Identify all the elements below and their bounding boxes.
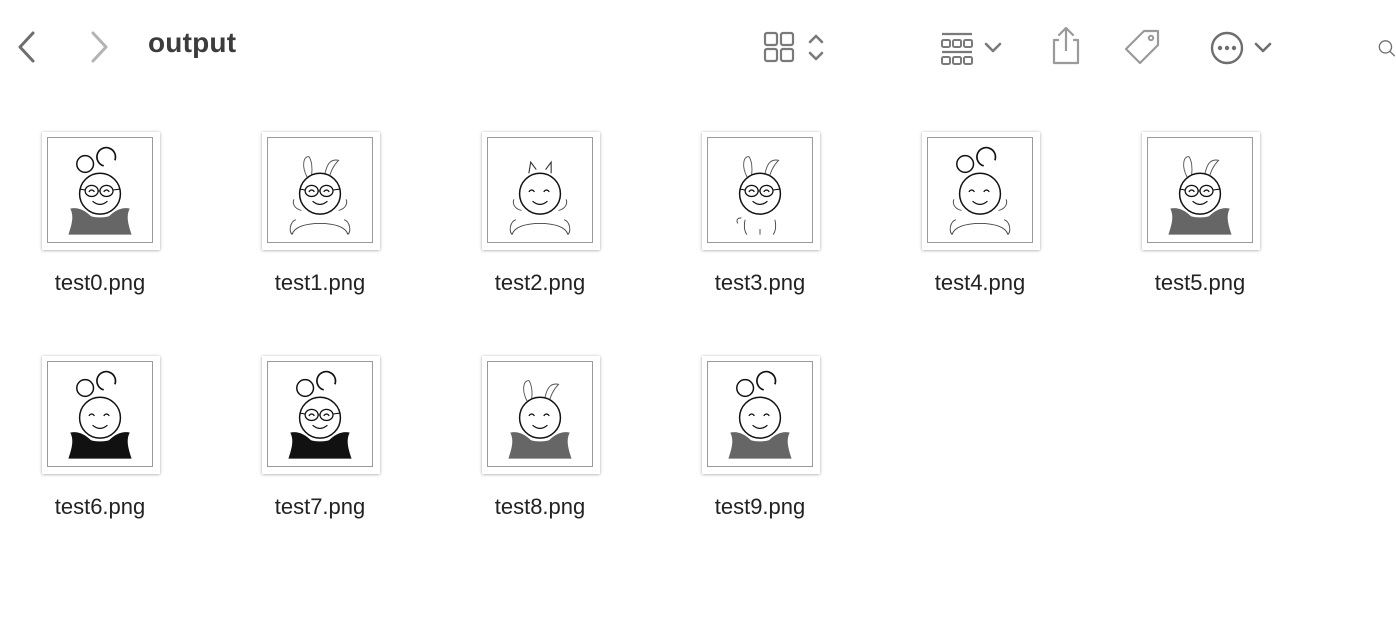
character-drawing-image [728, 370, 792, 459]
file-name[interactable]: test8.png [440, 494, 640, 520]
file-item[interactable]: test1.png [220, 132, 420, 332]
file-thumbnail[interactable] [702, 132, 820, 250]
file-item[interactable]: test7.png [220, 356, 420, 556]
character-drawing-image [288, 370, 352, 459]
file-name[interactable]: test5.png [1100, 270, 1300, 296]
file-thumbnail[interactable] [922, 132, 1040, 250]
file-item[interactable]: test9.png [660, 356, 860, 556]
character-drawing-image [68, 370, 132, 459]
file-name[interactable]: test4.png [880, 270, 1080, 296]
file-grid: test0.png test1.png test2.png test3.png test… [0, 0, 1396, 636]
character-drawing-image [949, 146, 1011, 235]
file-item[interactable]: test3.png [660, 132, 860, 332]
file-item[interactable]: test5.png [1100, 132, 1300, 332]
character-drawing-image [68, 146, 132, 235]
file-name[interactable]: test3.png [660, 270, 860, 296]
file-name[interactable]: test7.png [220, 494, 420, 520]
character-drawing-image [736, 156, 782, 235]
file-name[interactable]: test6.png [0, 494, 200, 520]
file-thumbnail[interactable] [262, 356, 380, 474]
file-thumbnail[interactable] [262, 132, 380, 250]
file-item[interactable]: test2.png [440, 132, 640, 332]
file-item[interactable]: test0.png [0, 132, 200, 332]
file-name[interactable]: test9.png [660, 494, 860, 520]
file-item[interactable]: test6.png [0, 356, 200, 556]
file-item[interactable]: test4.png [880, 132, 1080, 332]
file-name[interactable]: test0.png [0, 270, 200, 296]
character-drawing-image [289, 156, 351, 235]
file-thumbnail[interactable] [482, 356, 600, 474]
file-thumbnail[interactable] [482, 132, 600, 250]
file-thumbnail[interactable] [702, 356, 820, 474]
file-thumbnail[interactable] [42, 132, 160, 250]
file-thumbnail[interactable] [42, 356, 160, 474]
character-drawing-image [509, 160, 571, 235]
character-drawing-image [1168, 156, 1232, 235]
character-drawing-image [508, 380, 572, 459]
file-name[interactable]: test2.png [440, 270, 640, 296]
file-item[interactable]: test8.png [440, 356, 640, 556]
file-thumbnail[interactable] [1142, 132, 1260, 250]
file-name[interactable]: test1.png [220, 270, 420, 296]
